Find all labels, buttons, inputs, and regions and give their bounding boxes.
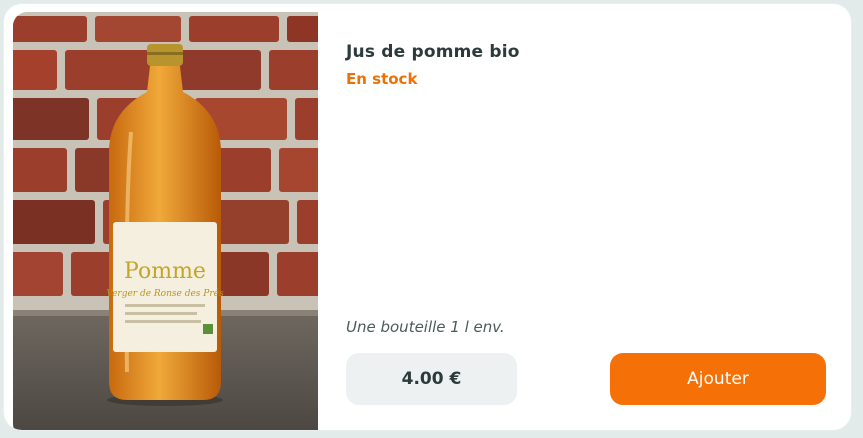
bottle-label-brand: Pomme [124, 259, 206, 284]
price-badge: 4.00 € [346, 353, 517, 405]
product-info: Jus de pomme bio En stock Une bouteille … [346, 4, 851, 430]
bottle-label-subtitle: Verger de Ronse des Prés [106, 288, 224, 299]
product-description: Une bouteille 1 l env. [346, 318, 505, 336]
price-value: 4.00 € [401, 369, 462, 389]
product-image: Pomme Verger de Ronse des Prés [13, 12, 318, 430]
add-to-cart-button[interactable]: Ajouter [610, 353, 826, 405]
product-photo-illustration: Pomme Verger de Ronse des Prés [13, 12, 318, 430]
product-card: Pomme Verger de Ronse des Prés Jus de po… [4, 4, 851, 430]
add-to-cart-label: Ajouter [687, 369, 749, 389]
stock-status: En stock [346, 70, 418, 88]
product-title: Jus de pomme bio [346, 42, 520, 62]
